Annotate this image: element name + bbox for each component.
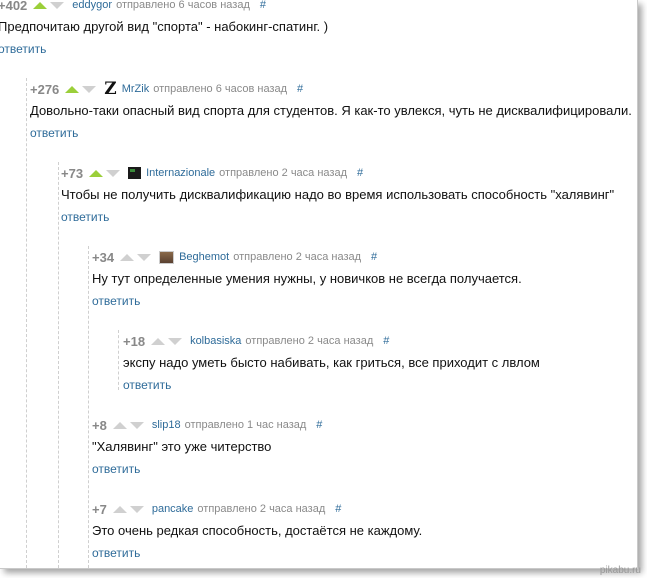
- comment-meta: +402 eddygor отправлено 6 часов назад #: [0, 0, 328, 13]
- reply-link[interactable]: ответить: [61, 210, 109, 224]
- downvote-icon[interactable]: [106, 169, 121, 177]
- reply-link[interactable]: ответить: [123, 378, 171, 392]
- comment-text: экспу надо уметь бысто набивать, как гри…: [123, 355, 540, 370]
- comment-text: Чтобы не получить дисквалификацию надо в…: [61, 187, 615, 202]
- comment: +402 eddygor отправлено 6 часов назад # …: [0, 0, 328, 58]
- reply-link[interactable]: ответить: [0, 42, 46, 56]
- comment: +7 pancake отправлено 2 часа назад # Это…: [92, 501, 422, 562]
- upvote-icon[interactable]: [151, 337, 166, 345]
- comment-score: +18: [123, 333, 146, 349]
- reply-link[interactable]: ответить: [92, 546, 140, 560]
- upvote-icon[interactable]: [65, 85, 80, 93]
- comment-permalink[interactable]: #: [260, 0, 266, 11]
- comment-score: +8: [92, 417, 107, 433]
- downvote-icon[interactable]: [137, 253, 152, 261]
- comment-permalink[interactable]: #: [357, 167, 363, 179]
- thread-line: [58, 162, 59, 568]
- thread-line: [26, 78, 27, 568]
- comment-time: отправлено 2 часа назад: [219, 167, 347, 179]
- downvote-icon[interactable]: [82, 85, 97, 93]
- comment-time: отправлено 2 часа назад: [245, 335, 374, 347]
- comment-text: Предпочитаю другой вид "спорта" - набоки…: [0, 19, 329, 34]
- comments-panel: +402 eddygor отправлено 6 часов назад # …: [0, 0, 638, 569]
- comment-text: Это очень редкая способность, достаётся …: [92, 523, 423, 538]
- comment-score: +276: [30, 81, 60, 97]
- comment: +276 Z MrZik отправлено 6 часов назад # …: [30, 81, 632, 142]
- comment-text: "Халявинг" это уже читерство: [92, 439, 272, 454]
- comment-meta: +8 slip18 отправлено 1 час назад #: [92, 417, 322, 433]
- comment-author[interactable]: pancake: [152, 503, 194, 515]
- comment-permalink[interactable]: #: [383, 335, 389, 347]
- comment-score: +73: [61, 165, 84, 181]
- upvote-icon[interactable]: [120, 253, 135, 261]
- comment-author[interactable]: Beghemot: [179, 251, 229, 263]
- comment-author[interactable]: kolbasiska: [190, 335, 241, 347]
- reply-link[interactable]: ответить: [92, 294, 140, 308]
- comment-permalink[interactable]: #: [335, 503, 341, 515]
- comment-permalink[interactable]: #: [371, 251, 377, 263]
- reply-link[interactable]: ответить: [92, 462, 140, 476]
- thread-line: [88, 246, 89, 568]
- comment-time: отправлено 2 часа назад: [197, 503, 326, 515]
- avatar[interactable]: Z: [104, 81, 116, 98]
- comment-time: отправлено 1 час назад: [184, 419, 307, 431]
- comment-text: Ну тут определенные умения нужны, у нови…: [92, 271, 522, 286]
- comment: +73 Internazionale отправлено 2 часа наз…: [61, 165, 614, 226]
- comment-meta: +18 kolbasiska отправлено 2 часа назад #: [123, 333, 540, 349]
- watermark: pikabu.ru: [599, 565, 641, 576]
- comment: +8 slip18 отправлено 1 час назад # "Халя…: [92, 417, 322, 478]
- comment-time: отправлено 6 часов назад: [116, 0, 250, 11]
- comment-permalink[interactable]: #: [297, 83, 303, 95]
- comment-text: Довольно-таки опасный вид спорта для сту…: [30, 103, 632, 118]
- avatar[interactable]: [159, 250, 175, 264]
- comment: +18 kolbasiska отправлено 2 часа назад #…: [123, 333, 540, 394]
- comment-meta: +7 pancake отправлено 2 часа назад #: [92, 501, 422, 517]
- upvote-icon[interactable]: [33, 1, 48, 9]
- comment: +34 Beghemot отправлено 2 часа назад # Н…: [92, 249, 522, 310]
- comment-meta: +73 Internazionale отправлено 2 часа наз…: [61, 165, 614, 181]
- comment-meta: +276 Z MrZik отправлено 6 часов назад #: [30, 81, 632, 98]
- upvote-icon[interactable]: [89, 169, 104, 177]
- avatar[interactable]: [128, 167, 142, 179]
- reply-link[interactable]: ответить: [30, 126, 78, 140]
- comment-permalink[interactable]: #: [316, 419, 322, 431]
- downvote-icon[interactable]: [50, 1, 65, 9]
- comment-author[interactable]: slip18: [152, 419, 181, 431]
- upvote-icon[interactable]: [112, 421, 127, 429]
- downvote-icon[interactable]: [168, 337, 183, 345]
- comment-score: +7: [92, 501, 107, 517]
- upvote-icon[interactable]: [112, 505, 127, 513]
- thread-line: [118, 330, 119, 390]
- downvote-icon[interactable]: [129, 505, 144, 513]
- comment-meta: +34 Beghemot отправлено 2 часа назад #: [92, 249, 522, 265]
- comment-time: отправлено 6 часов назад: [153, 83, 288, 95]
- comment-score: +402: [0, 0, 28, 13]
- downvote-icon[interactable]: [129, 421, 144, 429]
- comment-author[interactable]: Internazionale: [146, 167, 215, 179]
- comment-time: отправлено 2 часа назад: [233, 251, 362, 263]
- comment-author[interactable]: eddygor: [72, 0, 112, 11]
- comment-score: +34: [92, 249, 115, 265]
- comment-author[interactable]: MrZik: [122, 83, 150, 95]
